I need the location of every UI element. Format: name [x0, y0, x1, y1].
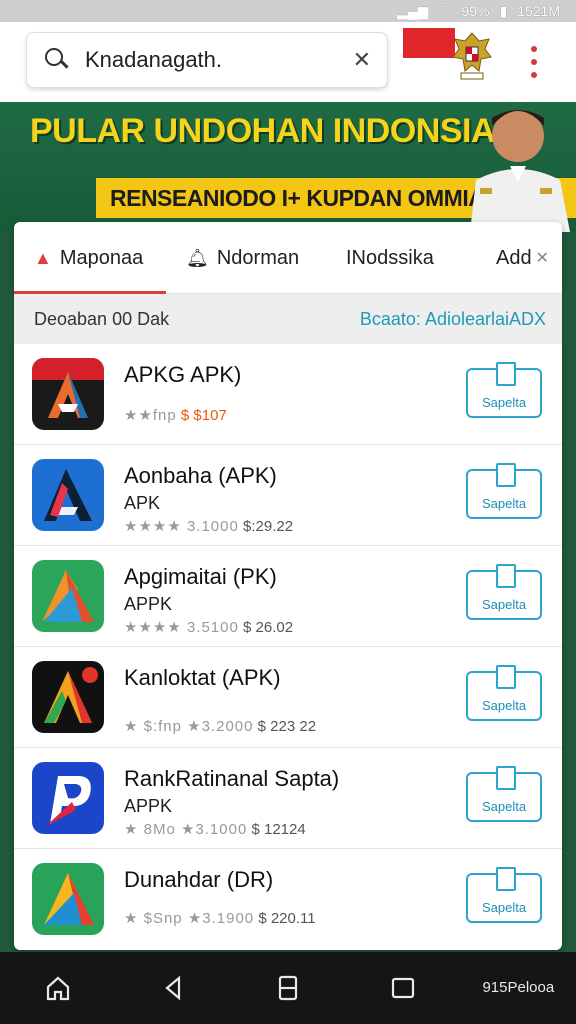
- download-button-label: Sapelta: [481, 496, 527, 511]
- app-name: Kanloktat (APK): [124, 665, 281, 690]
- app-icon: [32, 661, 104, 733]
- nav-clock: 915 Pelooa: [482, 968, 554, 1008]
- download-icon: [496, 766, 516, 790]
- app-icon: [32, 863, 104, 935]
- download-button-label: Sapelta: [481, 395, 527, 410]
- section-link[interactable]: Bcaato: AdiolearlaiADX: [360, 309, 546, 330]
- download-button-label: Sapelta: [481, 799, 527, 814]
- download-icon: [496, 564, 516, 588]
- app-icon: [32, 560, 104, 632]
- tab-add[interactable]: Add ✕: [472, 222, 562, 294]
- list-item[interactable]: Kanloktat (APK) ★ $:fnp ★3.2000 $ 223 22…: [14, 647, 562, 748]
- app-type: APK: [124, 493, 161, 513]
- download-icon: [496, 665, 516, 689]
- section-header: Deoaban 00 Dak Bcaato: AdiolearlaiADX: [14, 294, 562, 344]
- tab-label: Maponaa: [59, 246, 144, 269]
- app-name: Dunahdar (DR): [124, 867, 274, 892]
- download-button-label: Sapelta: [481, 597, 527, 612]
- signal-icon: ▂▄▆: [396, 2, 429, 19]
- app-rating: ★★★★ 3.5100: [124, 619, 239, 636]
- download-button[interactable]: Sapelta: [466, 463, 542, 519]
- list-item[interactable]: APKG APK) ★★fnp $ $107 Sapelta: [14, 344, 562, 445]
- app-icon: [32, 459, 104, 531]
- app-type: APPK: [124, 594, 173, 614]
- app-name: Apgimaitai (PK): [124, 564, 277, 589]
- app-icon: [32, 358, 104, 430]
- clear-search-icon[interactable]: ✕: [353, 47, 371, 73]
- person-illustration: [470, 110, 570, 232]
- tabs-icon[interactable]: [258, 968, 318, 1008]
- banner-title: PULAR UNDOHAN INDONSIA: [30, 112, 496, 150]
- app-name: RankRatinanal Sapta): [124, 766, 340, 791]
- tab-notifications[interactable]: 🔔︎ Ndorman: [166, 222, 322, 294]
- app-price: $ 26.02: [243, 619, 294, 636]
- search-input[interactable]: [85, 47, 315, 73]
- promo-banner[interactable]: PULAR UNDOHAN INDONSIA RENSEANIODO I+ KU…: [0, 102, 576, 232]
- app-type: APPK: [124, 796, 173, 816]
- tab-home[interactable]: ▲ Maponaa: [14, 222, 166, 294]
- system-nav-bar: 915 Pelooa: [0, 952, 576, 1024]
- app-icon: [32, 762, 104, 834]
- download-icon: [496, 362, 516, 386]
- clock: 1521M: [517, 3, 560, 19]
- app-list-card: ▲ Maponaa 🔔︎ Ndorman INodssika Add ✕ Deo…: [14, 222, 562, 950]
- download-icon: [496, 463, 516, 487]
- app-meta: ★★★★ 3.5100 $ 26.02: [124, 618, 293, 636]
- nav-clock-label: Pelooa: [507, 979, 555, 996]
- app-price: $:29.22: [243, 518, 294, 535]
- app-meta: ★★fnp $ $107: [124, 406, 227, 424]
- nav-clock-time: 915: [482, 979, 508, 996]
- tab-label: INodssika: [346, 246, 434, 269]
- search-box[interactable]: ✕: [26, 32, 388, 88]
- more-options-icon[interactable]: [528, 46, 540, 78]
- list-item[interactable]: RankRatinanal Sapta) APPK ★ 8Mo ★3.1000 …: [14, 748, 562, 849]
- app-list: APKG APK) ★★fnp $ $107 Sapelta Aonbaha (…: [14, 344, 562, 950]
- section-title: Deoaban 00 Dak: [34, 308, 170, 329]
- download-button[interactable]: Sapelta: [466, 665, 542, 721]
- app-meta: ★ 8Mo ★3.1000 $ 12124: [124, 820, 306, 838]
- tab-label: Add: [496, 246, 532, 269]
- battery-icon: ▮: [499, 2, 508, 19]
- close-icon: ✕: [535, 250, 549, 267]
- tab-indonesia[interactable]: INodssika: [322, 222, 472, 294]
- download-button[interactable]: Sapelta: [466, 362, 542, 418]
- wifi-icon: ⌔: [438, 2, 452, 18]
- app-name: APKG APK): [124, 362, 242, 387]
- list-item[interactable]: Apgimaitai (PK) APPK ★★★★ 3.5100 $ 26.02…: [14, 546, 562, 647]
- tab-label: Ndorman: [216, 246, 300, 269]
- app-price: $ $107: [180, 407, 227, 424]
- app-rating: ★ 8Mo ★3.1000: [124, 821, 248, 838]
- app-meta: ★ $:fnp ★3.2000 $ 223 22: [124, 717, 316, 735]
- battery-percent: 99%: [461, 3, 490, 19]
- app-meta: ★ $Snp ★3.1900 $ 220.11: [124, 909, 316, 927]
- recents-icon[interactable]: [373, 968, 433, 1008]
- search-icon: [43, 46, 71, 74]
- home-icon: ▲: [34, 247, 52, 268]
- download-button[interactable]: Sapelta: [466, 564, 542, 620]
- emblem-icon: [446, 26, 498, 86]
- download-button-label: Sapelta: [481, 698, 527, 713]
- list-item[interactable]: Dunahdar (DR) ★ $Snp ★3.1900 $ 220.11 Sa…: [14, 849, 562, 950]
- back-icon[interactable]: [143, 968, 203, 1008]
- home-nav-icon[interactable]: [28, 968, 88, 1008]
- top-bar: ✕: [0, 22, 576, 102]
- app-rating: ★★★★ 3.1000: [124, 518, 239, 535]
- list-item[interactable]: Aonbaha (APK) APK ★★★★ 3.1000 $:29.22 Sa…: [14, 445, 562, 546]
- app-rating: ★ $:fnp ★3.2000: [124, 718, 254, 735]
- app-price: $ 12124: [251, 821, 306, 838]
- status-bar: ▂▄▆ ⌔ 99% ▮ 1521M: [0, 0, 576, 22]
- tab-bar: ▲ Maponaa 🔔︎ Ndorman INodssika Add ✕: [14, 222, 562, 294]
- download-button[interactable]: Sapelta: [466, 867, 542, 923]
- download-button[interactable]: Sapelta: [466, 766, 542, 822]
- app-rating: ★ $Snp ★3.1900: [124, 910, 255, 927]
- bell-icon: 🔔︎: [186, 247, 209, 268]
- download-button-label: Sapelta: [481, 900, 527, 915]
- download-icon: [496, 867, 516, 891]
- app-price: $ 223 22: [257, 718, 317, 735]
- app-price: $ 220.11: [258, 910, 316, 927]
- app-name: Aonbaha (APK): [124, 463, 277, 488]
- app-meta: ★★★★ 3.1000 $:29.22: [124, 517, 293, 535]
- app-rating: ★★fnp: [124, 407, 177, 424]
